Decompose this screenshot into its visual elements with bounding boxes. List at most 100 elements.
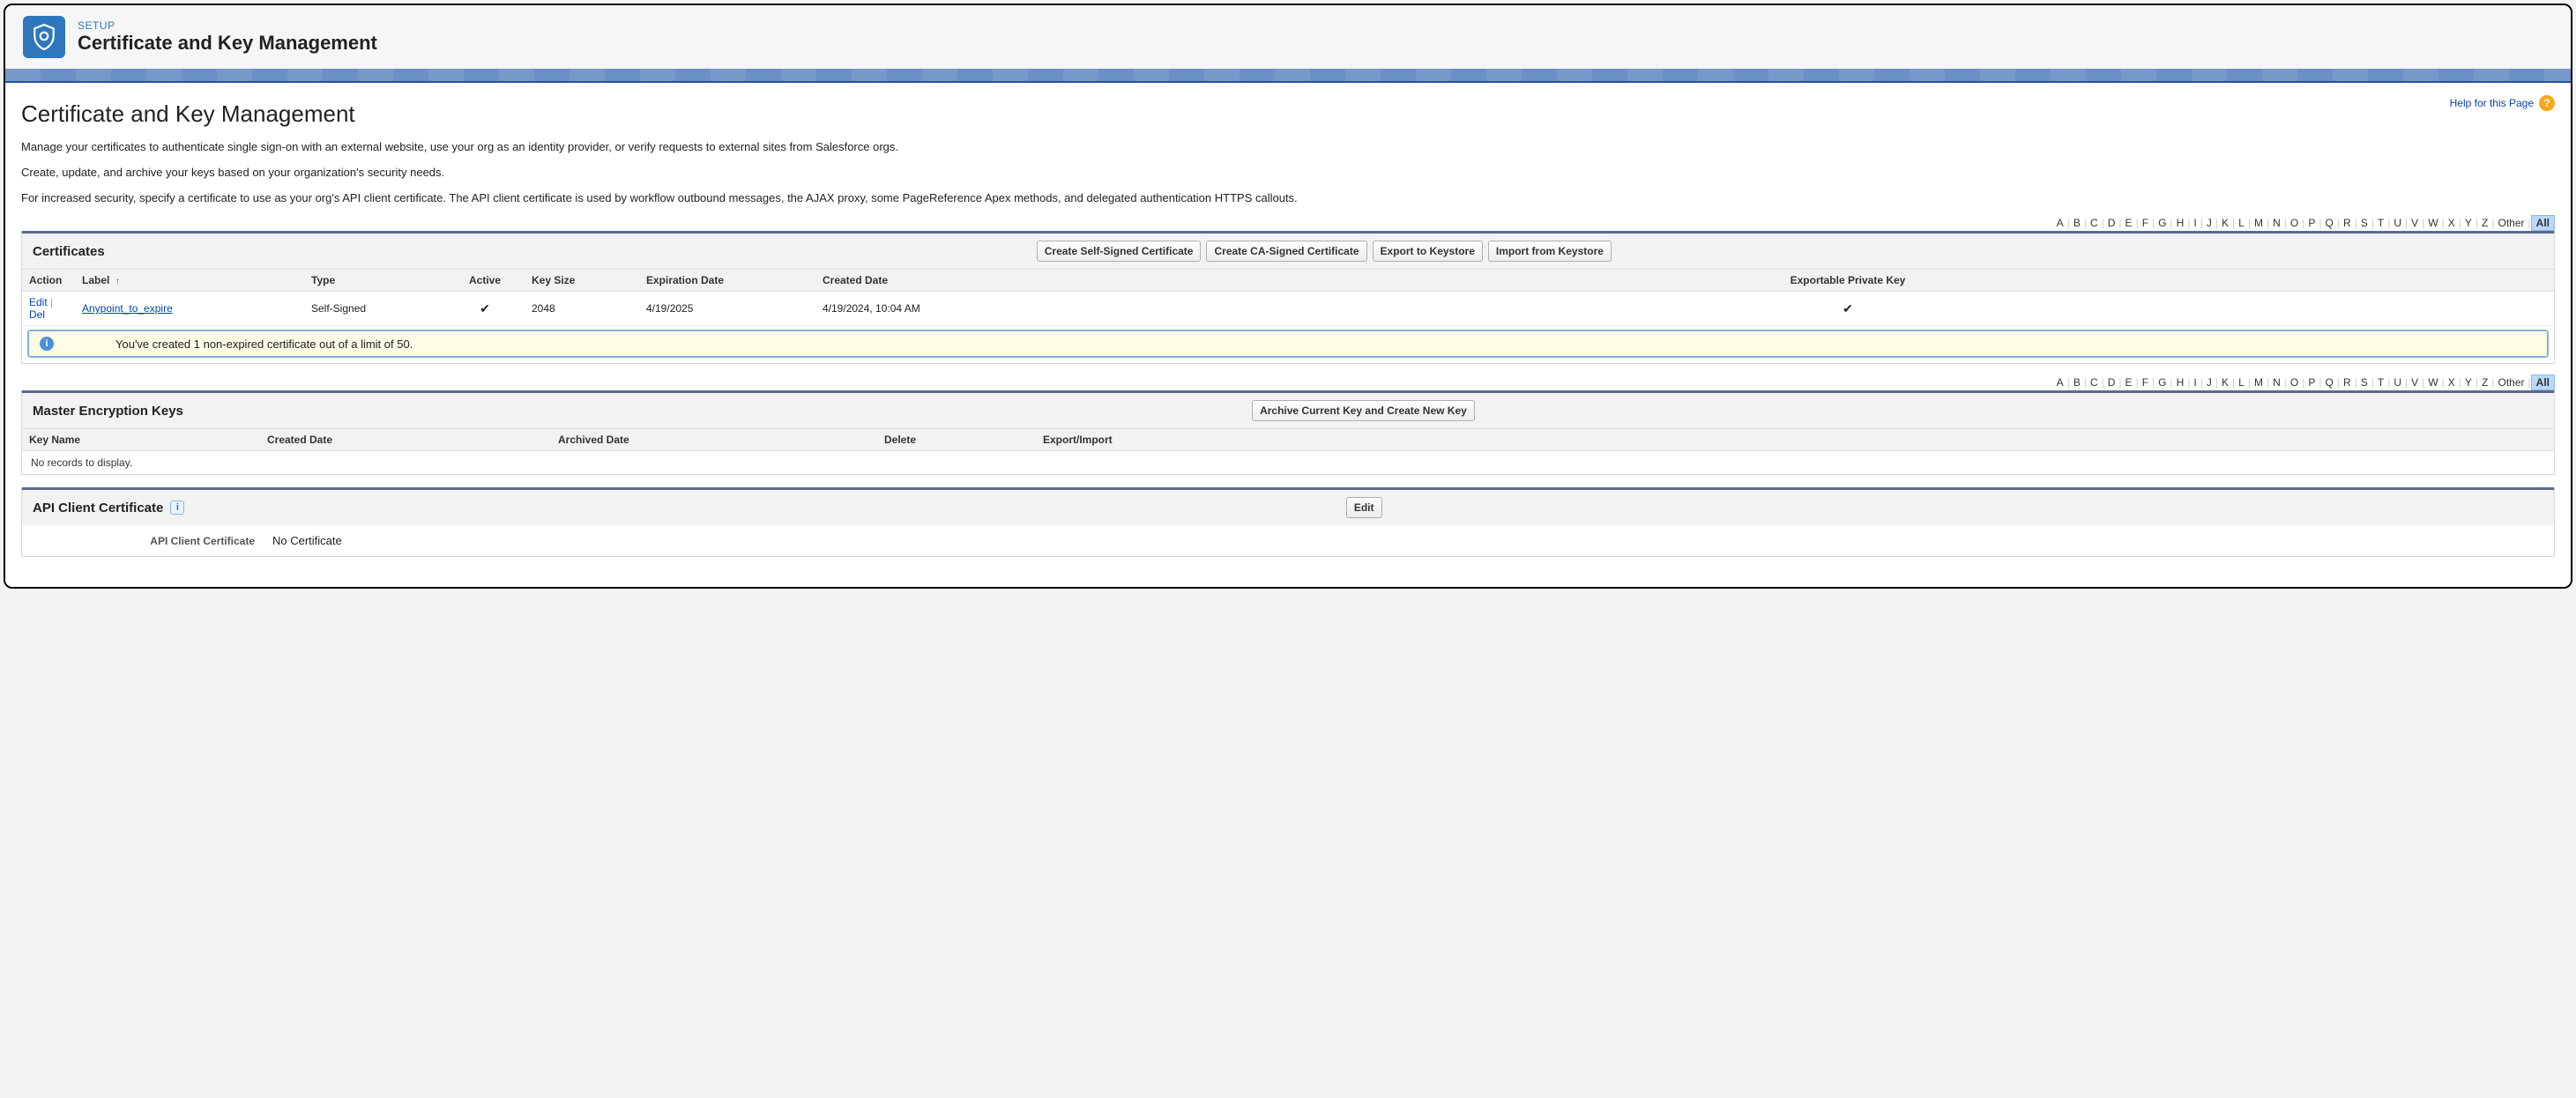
alpha-all-selected[interactable]: All (2531, 375, 2555, 390)
create-ca-signed-button[interactable]: Create CA-Signed Certificate (1206, 241, 1366, 262)
col-delete[interactable]: Delete (877, 429, 1036, 451)
alpha-letter[interactable]: U (2390, 376, 2405, 389)
alpha-letter[interactable]: S (2357, 217, 2371, 229)
info-icon: i (40, 337, 54, 351)
delete-link[interactable]: Del (29, 308, 45, 321)
alpha-letter[interactable]: H (2173, 217, 2188, 229)
col-created-date[interactable]: Created Date (260, 429, 551, 451)
alpha-letter[interactable]: D (2104, 376, 2119, 389)
table-row: Edit | Del Anypoint_to_expire Self-Signe… (22, 292, 2554, 326)
master-keys-table: Key Name Created Date Archived Date Dele… (22, 428, 2554, 451)
cell-key-size: 2048 (525, 292, 639, 326)
alpha-other[interactable]: Other (2495, 376, 2528, 389)
exportable-check-icon: ✔ (1843, 301, 1853, 315)
alpha-other[interactable]: Other (2495, 217, 2528, 229)
master-keys-block: Master Encryption Keys Archive Current K… (21, 390, 2555, 475)
alpha-letter[interactable]: I (2190, 217, 2200, 229)
alpha-letter[interactable]: C (2087, 217, 2102, 229)
col-export-import[interactable]: Export/Import (1036, 429, 2554, 451)
col-key-name[interactable]: Key Name (22, 429, 260, 451)
col-expiration[interactable]: Expiration Date (639, 270, 815, 292)
alpha-letter[interactable]: G (2155, 217, 2170, 229)
alpha-letter[interactable]: A (2053, 376, 2067, 389)
alpha-letter[interactable]: J (2203, 376, 2215, 389)
alpha-letter[interactable]: H (2173, 376, 2188, 389)
alpha-letter[interactable]: R (2340, 376, 2355, 389)
alpha-letter[interactable]: W (2424, 376, 2441, 389)
setup-label: SETUP (78, 19, 377, 32)
alpha-letter[interactable]: L (2235, 376, 2248, 389)
col-exportable[interactable]: Exportable Private Key (1142, 270, 2554, 292)
alpha-letter[interactable]: L (2235, 217, 2248, 229)
alpha-all-selected[interactable]: All (2531, 215, 2555, 231)
info-text: You've created 1 non-expired certificate… (115, 338, 413, 351)
alpha-letter[interactable]: I (2190, 376, 2200, 389)
alpha-letter[interactable]: O (2287, 217, 2302, 229)
alpha-letter[interactable]: N (2269, 376, 2284, 389)
alpha-letter[interactable]: V (2408, 376, 2422, 389)
alpha-letter[interactable]: Q (2322, 217, 2337, 229)
certificate-label-link[interactable]: Anypoint_to_expire (82, 302, 173, 315)
import-keystore-button[interactable]: Import from Keystore (1488, 241, 1612, 262)
edit-link[interactable]: Edit (29, 296, 48, 308)
alpha-letter[interactable]: T (2374, 376, 2387, 389)
alpha-letter[interactable]: A (2053, 217, 2067, 229)
alpha-letter[interactable]: R (2340, 217, 2355, 229)
col-active[interactable]: Active (445, 270, 525, 292)
alpha-letter[interactable]: J (2203, 217, 2215, 229)
cell-type: Self-Signed (304, 292, 445, 326)
alpha-letter[interactable]: M (2251, 376, 2267, 389)
alpha-letter[interactable]: T (2374, 217, 2387, 229)
shield-icon (23, 16, 65, 58)
alpha-letter[interactable]: C (2087, 376, 2102, 389)
alpha-letter[interactable]: K (2218, 376, 2232, 389)
col-created[interactable]: Created Date (815, 270, 1142, 292)
alpha-letter[interactable]: B (2070, 217, 2084, 229)
alpha-letter[interactable]: S (2357, 376, 2371, 389)
decorative-strip (5, 69, 2571, 81)
master-keys-title: Master Encryption Keys (33, 404, 183, 419)
alpha-letter[interactable]: X (2445, 217, 2459, 229)
col-archived-date[interactable]: Archived Date (551, 429, 877, 451)
alpha-letter[interactable]: E (2122, 217, 2136, 229)
col-type[interactable]: Type (304, 270, 445, 292)
no-records-text: No records to display. (22, 451, 2554, 474)
alpha-letter[interactable]: X (2445, 376, 2459, 389)
alpha-letter[interactable]: Y (2461, 217, 2475, 229)
api-client-field-label: API Client Certificate (34, 535, 272, 547)
alpha-letter[interactable]: Z (2478, 217, 2491, 229)
alpha-letter[interactable]: P (2304, 376, 2319, 389)
alpha-letter[interactable]: Y (2461, 376, 2475, 389)
page-heading: Certificate and Key Management (21, 100, 355, 128)
create-self-signed-button[interactable]: Create Self-Signed Certificate (1037, 241, 1202, 262)
alpha-letter[interactable]: M (2251, 217, 2267, 229)
help-for-page-link[interactable]: Help for this Page ? (2450, 95, 2555, 111)
alpha-letter[interactable]: F (2139, 217, 2152, 229)
api-client-field-value: No Certificate (272, 534, 342, 547)
action-separator: | (50, 296, 53, 308)
alpha-letter[interactable]: K (2218, 217, 2232, 229)
alpha-letter[interactable]: F (2139, 376, 2152, 389)
alpha-letter[interactable]: Z (2478, 376, 2491, 389)
alpha-letter[interactable]: E (2122, 376, 2136, 389)
edit-api-client-button[interactable]: Edit (1346, 497, 1382, 518)
alpha-letter[interactable]: G (2155, 376, 2170, 389)
alpha-letter[interactable]: D (2104, 217, 2119, 229)
alpha-letter[interactable]: O (2287, 376, 2302, 389)
certificate-limit-info: i You've created 1 non-expired certifica… (27, 330, 2549, 358)
alpha-letter[interactable]: U (2390, 217, 2405, 229)
col-label[interactable]: Label ↑ (75, 270, 304, 292)
alpha-letter[interactable]: N (2269, 217, 2284, 229)
alpha-letter[interactable]: P (2304, 217, 2319, 229)
alpha-letter[interactable]: Q (2322, 376, 2337, 389)
active-check-icon: ✔ (480, 301, 490, 315)
export-keystore-button[interactable]: Export to Keystore (1373, 241, 1483, 262)
alpha-letter[interactable]: V (2408, 217, 2422, 229)
alpha-letter[interactable]: B (2070, 376, 2084, 389)
info-badge-icon[interactable]: i (170, 501, 184, 515)
alpha-letter[interactable]: W (2424, 217, 2441, 229)
description-block: Manage your certificates to authenticate… (21, 140, 2555, 204)
col-key-size[interactable]: Key Size (525, 270, 639, 292)
cell-expiration: 4/19/2025 (639, 292, 815, 326)
archive-create-key-button[interactable]: Archive Current Key and Create New Key (1252, 400, 1475, 421)
